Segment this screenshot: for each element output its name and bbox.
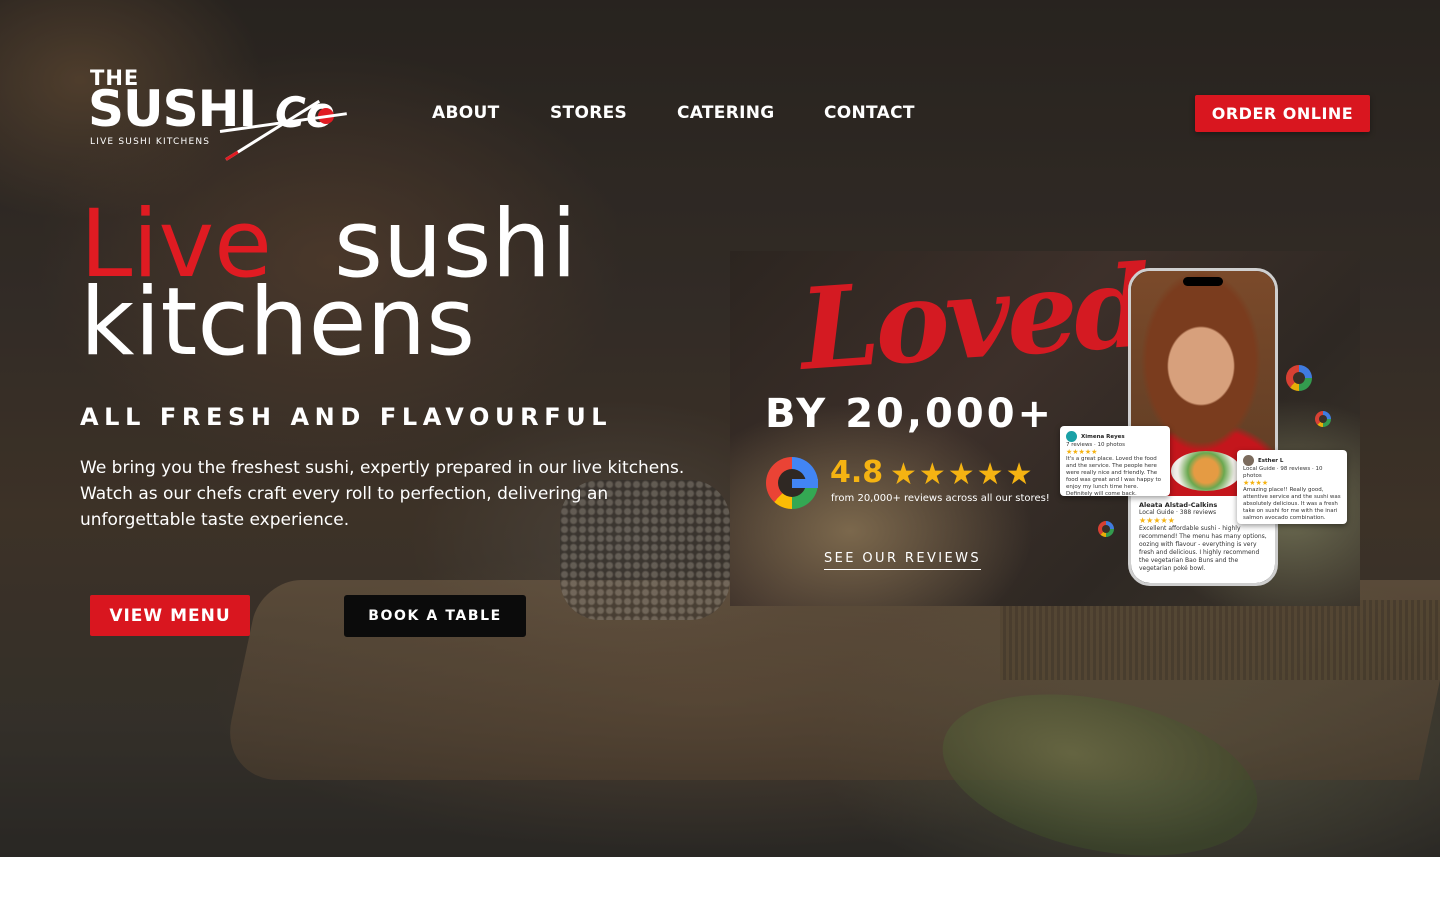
review-text: Amazing place!! Really good, attentive s… bbox=[1243, 487, 1341, 521]
google-logo-icon bbox=[766, 457, 818, 509]
poke-bowl-image bbox=[1171, 451, 1241, 491]
headline-kitchens: kitchens bbox=[80, 268, 476, 377]
google-icon bbox=[1315, 411, 1331, 427]
review-text: Excellent affordable sushi - highly reco… bbox=[1139, 525, 1267, 572]
phone-notch bbox=[1183, 277, 1223, 286]
book-a-table-button[interactable]: BOOK A TABLE bbox=[344, 595, 526, 637]
review-stars: ★★★★ bbox=[1243, 479, 1269, 487]
review-stars: ★★★★★ bbox=[1066, 448, 1098, 456]
review-author: Ximena Reyes bbox=[1081, 434, 1125, 440]
logo-tagline-rest: SUSHI KITCHENS bbox=[114, 137, 211, 147]
nav-about[interactable]: ABOUT bbox=[432, 103, 499, 123]
logo-sushi: SUSHI bbox=[88, 80, 257, 138]
avatar bbox=[1243, 455, 1254, 466]
reviews-count-text: from 20,000+ reviews across all our stor… bbox=[831, 493, 1050, 504]
review-author: Esther L bbox=[1258, 458, 1284, 464]
brand-logo[interactable]: THE SUSHI Co LIVE SUSHI KITCHENS bbox=[88, 66, 350, 166]
nav-contact[interactable]: CONTACT bbox=[824, 103, 915, 123]
order-online-button[interactable]: ORDER ONLINE bbox=[1195, 95, 1370, 132]
review-card: Esther L Local Guide · 98 reviews · 10 p… bbox=[1237, 450, 1347, 524]
google-icon bbox=[1286, 365, 1312, 391]
hero-description: We bring you the freshest sushi, expertl… bbox=[80, 458, 685, 530]
review-meta: Local Guide · 98 reviews · 10 photos bbox=[1243, 466, 1323, 479]
logo-tagline: LIVE SUSHI KITCHENS bbox=[90, 137, 210, 147]
review-text: It's a great place. Loved the food and t… bbox=[1066, 456, 1161, 497]
loved-heading: Loved bbox=[795, 251, 1153, 396]
rating-stars: ★★★★★ bbox=[890, 457, 1035, 492]
nav-catering[interactable]: CATERING bbox=[677, 103, 775, 123]
avatar bbox=[1066, 431, 1077, 442]
reviews-banner[interactable]: Loved BY 20,000+ 4.8 ★★★★★ from 20,000+ … bbox=[730, 251, 1360, 606]
logo-tagline-live: LIVE bbox=[90, 137, 115, 147]
hero-subheading: ALL FRESH AND FLAVOURFUL bbox=[80, 403, 613, 431]
view-menu-button[interactable]: VIEW MENU bbox=[90, 595, 250, 636]
hero-headline: Live sushi kitchens bbox=[80, 198, 720, 377]
review-card: Ximena Reyes 7 reviews · 10 photos ★★★★★… bbox=[1060, 426, 1170, 497]
loved-by-count: BY 20,000+ bbox=[765, 391, 1055, 437]
nav-stores[interactable]: STORES bbox=[550, 103, 627, 123]
google-rating: 4.8 bbox=[830, 455, 884, 490]
google-icon bbox=[1098, 521, 1114, 537]
see-our-reviews-link[interactable]: SEE OUR REVIEWS bbox=[824, 551, 982, 570]
